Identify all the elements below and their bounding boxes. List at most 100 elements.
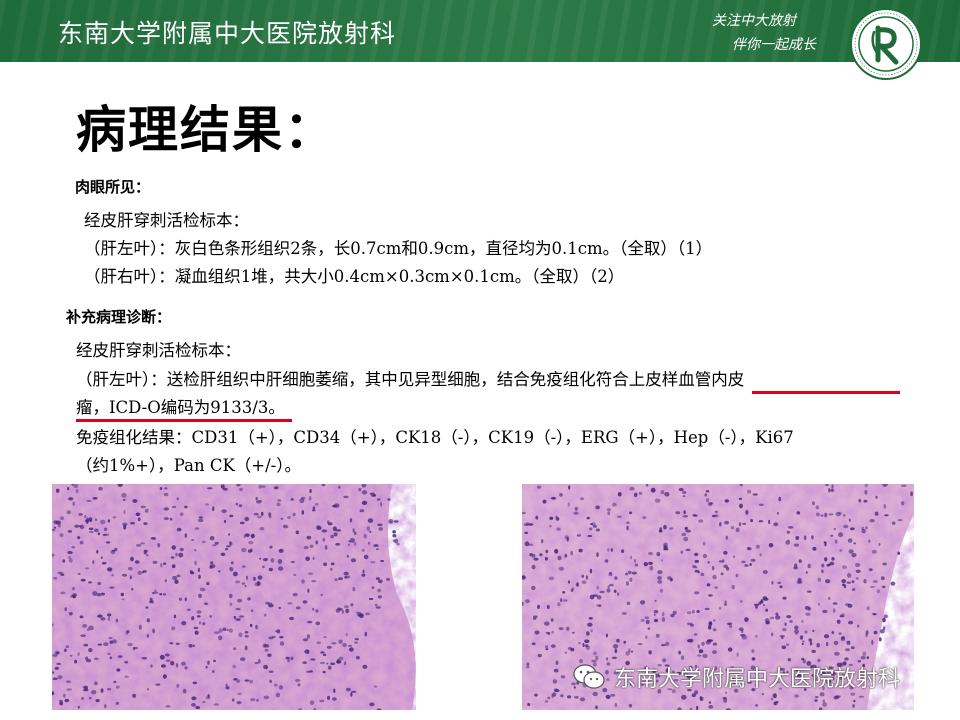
nucleus-dot <box>170 556 175 559</box>
nucleus-dot <box>194 549 197 552</box>
nucleus-dot <box>279 641 285 646</box>
nucleus-dot <box>832 608 836 613</box>
nucleus-dot <box>394 520 399 523</box>
nucleus-dot <box>663 544 667 549</box>
nucleus-dot <box>663 524 667 530</box>
nucleus-dot <box>614 648 618 654</box>
nucleus-dot <box>232 664 236 669</box>
nucleus-dot <box>278 548 284 553</box>
nucleus-dot <box>692 609 695 614</box>
nucleus-dot <box>196 610 202 614</box>
nucleus-dot <box>197 567 200 573</box>
nucleus-dot <box>629 577 633 582</box>
nucleus-dot <box>712 650 717 654</box>
nucleus-dot <box>352 528 355 533</box>
nucleus-dot <box>126 630 130 634</box>
nucleus-dot <box>550 644 556 648</box>
nucleus-dot <box>848 538 853 543</box>
nucleus-dot <box>309 489 312 493</box>
nucleus-dot <box>544 700 549 703</box>
nucleus-dot <box>295 530 299 535</box>
nucleus-dot <box>164 487 168 490</box>
nucleus-dot <box>140 505 146 509</box>
nucleus-dot <box>736 652 739 657</box>
nucleus-dot <box>218 628 223 633</box>
nucleus-dot <box>224 547 229 551</box>
nucleus-dot <box>570 551 573 556</box>
nucleus-dot <box>121 492 127 498</box>
nucleus-dot <box>213 703 219 706</box>
nucleus-dot <box>229 541 232 546</box>
nucleus-dot <box>531 564 536 570</box>
nucleus-dot <box>574 695 579 699</box>
nucleus-dot <box>107 567 113 572</box>
nucleus-dot <box>657 570 663 575</box>
nucleus-dot <box>611 656 618 659</box>
nucleus-dot <box>173 614 177 619</box>
nucleus-dot <box>197 615 201 618</box>
nucleus-dot <box>364 631 367 637</box>
nucleus-dot <box>163 507 169 511</box>
nucleus-dot <box>846 581 852 584</box>
nucleus-dot <box>768 543 774 548</box>
nucleus-dot <box>249 623 253 628</box>
nucleus-dot <box>648 561 653 565</box>
nucleus-dot <box>323 636 327 639</box>
nucleus-dot <box>130 522 135 525</box>
nucleus-dot <box>770 632 774 637</box>
nucleus-dot <box>794 563 798 569</box>
nucleus-dot <box>738 497 743 500</box>
nucleus-dot <box>817 577 822 582</box>
nucleus-dot <box>190 571 195 575</box>
nucleus-dot <box>338 577 343 580</box>
nucleus-dot <box>175 552 178 557</box>
nucleus-dot <box>100 617 106 621</box>
nucleus-dot <box>191 538 194 542</box>
nucleus-dot <box>612 502 617 507</box>
nucleus-dot <box>82 685 86 689</box>
nucleus-dot <box>330 534 335 539</box>
nucleus-dot <box>59 516 65 520</box>
nucleus-dot <box>821 569 824 574</box>
nucleus-dot <box>850 692 856 696</box>
nucleus-dot <box>801 640 805 643</box>
nucleus-dot <box>103 527 108 532</box>
nucleus-dot <box>279 685 283 690</box>
nucleus-dot <box>628 703 633 708</box>
nucleus-dot <box>84 515 87 518</box>
nucleus-dot <box>595 505 600 510</box>
nucleus-dot <box>793 543 800 547</box>
nucleus-dot <box>97 532 101 536</box>
nucleus-dot <box>812 546 817 551</box>
nucleus-dot <box>361 500 368 505</box>
nucleus-dot <box>144 508 149 513</box>
nucleus-dot <box>228 628 233 633</box>
nucleus-dot <box>827 596 831 601</box>
nucleus-dot <box>376 548 379 551</box>
nucleus-dot <box>257 575 263 580</box>
nucleus-dot <box>781 645 787 650</box>
nucleus-dot <box>578 642 581 645</box>
nucleus-dot <box>72 501 75 506</box>
nucleus-dot <box>182 688 187 694</box>
nucleus-dot <box>851 588 856 591</box>
nucleus-dot <box>361 490 368 495</box>
nucleus-dot <box>107 616 111 621</box>
nucleus-dot <box>66 680 71 683</box>
nucleus-dot <box>640 600 646 605</box>
watermark: 东南大学附属中大医院放射科 <box>572 662 900 692</box>
nucleus-dot <box>361 549 365 552</box>
nucleus-dot <box>882 562 887 566</box>
nucleus-dot <box>352 587 356 592</box>
nucleus-dot <box>255 624 258 630</box>
nucleus-dot <box>704 607 710 611</box>
supplement-heading: 补充病理诊断： <box>66 308 172 326</box>
nucleus-dot <box>279 636 284 639</box>
nucleus-dot <box>335 529 342 532</box>
nucleus-dot <box>343 571 349 576</box>
nucleus-dot <box>53 526 56 529</box>
nucleus-dot <box>541 539 544 544</box>
nucleus-dot <box>531 585 536 591</box>
nucleus-dot <box>625 572 628 576</box>
nucleus-dot <box>629 511 633 515</box>
